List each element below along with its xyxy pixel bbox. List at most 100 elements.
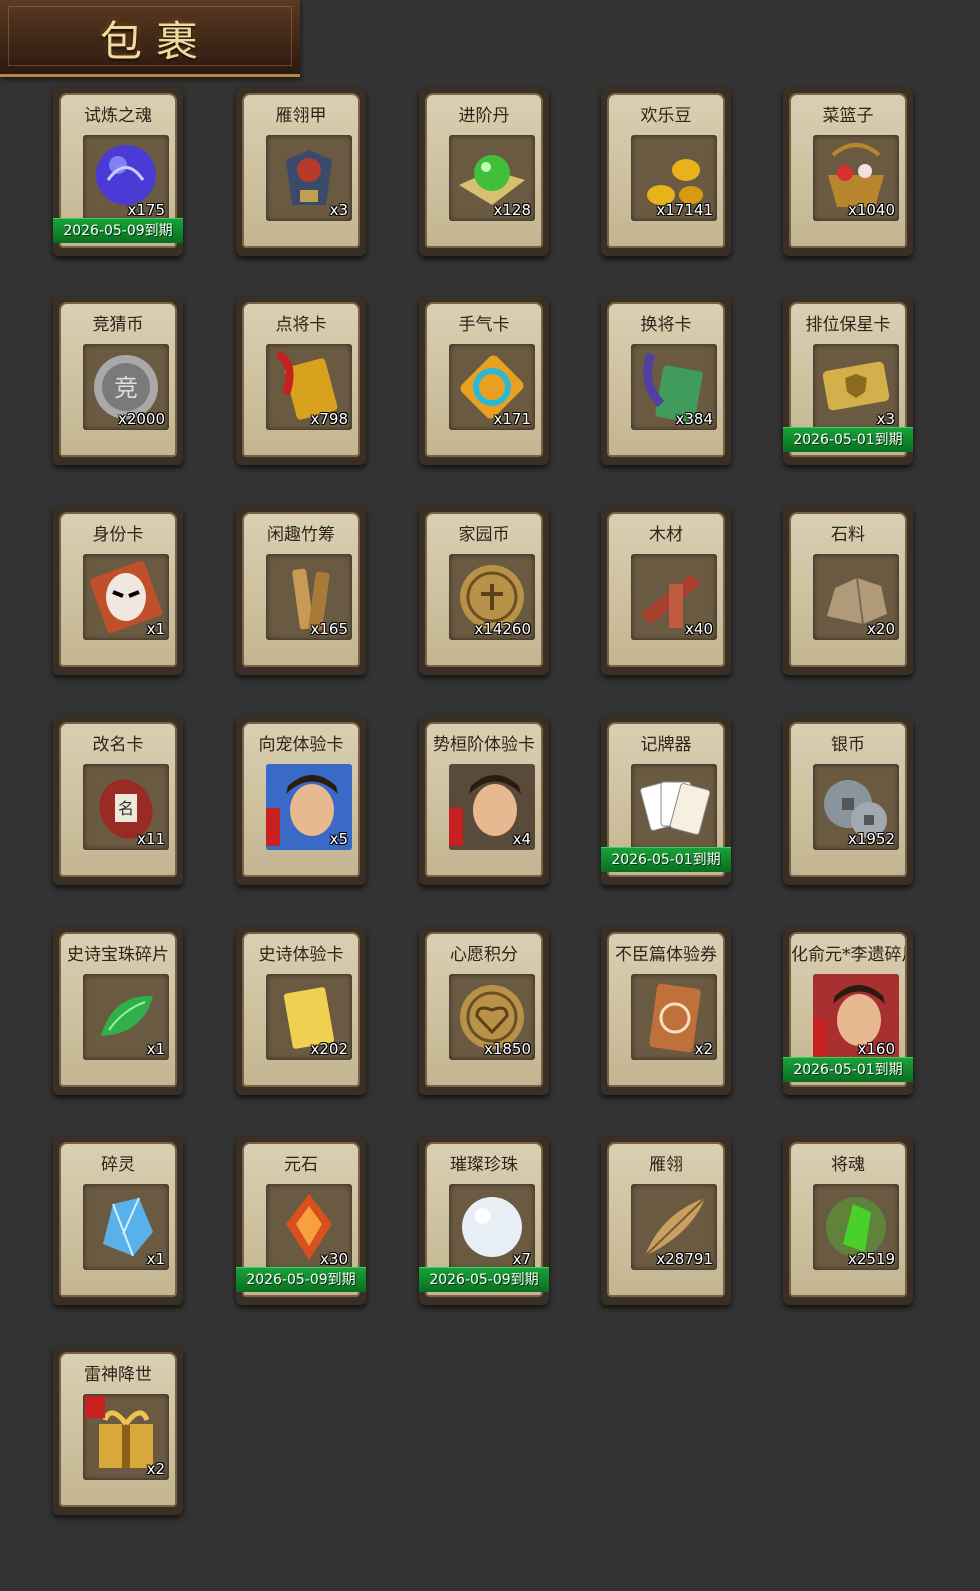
item-card-frame: 雁翎甲 x3 <box>242 93 360 248</box>
item-name: 身份卡 <box>92 525 144 545</box>
item-name: 不臣篇体验券 <box>615 945 717 965</box>
item-name: 势桓阶体验卡 <box>433 735 535 755</box>
item-card-frame: 闲趣竹筹 x165 <box>242 512 360 667</box>
item-card-frame: 换将卡 x384 <box>607 302 725 457</box>
item-name: 史诗体验卡 <box>258 945 344 965</box>
item-card-frame: 木材 x40 <box>607 512 725 667</box>
item-count: x1 <box>146 1040 165 1058</box>
inventory-item[interactable]: 排位保星卡 x3 2026-05-01到期 <box>783 297 913 465</box>
expiry-banner: 2026-05-01到期 <box>783 427 913 452</box>
inventory-item[interactable]: 竞猜币竞 x2000 <box>53 297 183 465</box>
item-card-frame: 竞猜币竞 x2000 <box>59 302 177 457</box>
item-card-frame: 碎灵 x1 <box>59 1142 177 1297</box>
item-count: x11 <box>137 830 165 848</box>
inventory-item[interactable]: 菜篮子 x1040 <box>783 88 913 256</box>
inventory-item[interactable]: 向宠体验卡 x5 <box>236 717 366 885</box>
item-count: x20 <box>867 620 895 638</box>
inventory-item[interactable]: 化俞元*李遗碎片 x1602026-05-01到期 <box>783 927 913 1095</box>
feather-icon: x28791 <box>631 1184 717 1270</box>
item-name: 雁翎 <box>649 1155 683 1175</box>
inventory-item[interactable]: 将魂 x2519 <box>783 1137 913 1305</box>
item-name: 改名卡 <box>92 735 144 755</box>
playing-cards-icon <box>631 764 717 850</box>
inventory-item[interactable]: 家园币 x14260 <box>419 507 549 675</box>
item-name: 闲趣竹筹 <box>267 525 335 545</box>
rename-card-icon: 名 x11 <box>83 764 169 850</box>
inventory-item[interactable]: 史诗体验卡 x202 <box>236 927 366 1095</box>
item-count: x175 <box>127 201 165 219</box>
inventory-item[interactable]: 试炼之魂 x175 2026-05-09到期 <box>53 88 183 256</box>
item-name: 进阶丹 <box>458 106 510 126</box>
item-count: x384 <box>675 410 713 428</box>
item-count: x3 <box>876 410 895 428</box>
inventory-item[interactable]: 雁翎 x28791 <box>601 1137 731 1305</box>
expiry-banner: 2026-05-01到期 <box>783 1057 913 1082</box>
armor-icon: x3 <box>266 135 352 221</box>
expiry-banner: 2026-05-09到期 <box>236 1267 366 1292</box>
item-name: 欢乐豆 <box>640 106 692 126</box>
item-name: 排位保星卡 <box>805 315 891 335</box>
jade-shard-icon: x1 <box>83 974 169 1060</box>
inventory-item[interactable]: 闲趣竹筹 x165 <box>236 507 366 675</box>
expiry-banner: 2026-05-09到期 <box>419 1267 549 1292</box>
inventory-item[interactable]: 手气卡 x171 <box>419 297 549 465</box>
expiry-banner: 2026-05-01到期 <box>601 847 731 872</box>
inventory-item[interactable]: 点将卡 x798 <box>236 297 366 465</box>
item-card-frame: 史诗宝珠碎片 x1 <box>59 932 177 1087</box>
star-shield-card-icon: x3 <box>813 344 899 430</box>
item-card-frame: 雁翎 x28791 <box>607 1142 725 1297</box>
inventory-item[interactable]: 史诗宝珠碎片 x1 <box>53 927 183 1095</box>
item-name: 碎灵 <box>101 1155 135 1175</box>
hero-portrait-icon: x5 <box>266 764 352 850</box>
ticket-icon: x2 <box>631 974 717 1060</box>
item-name: 璀璨珍珠 <box>450 1155 518 1175</box>
green-soul-icon: x2519 <box>813 1184 899 1270</box>
item-card-frame: 菜篮子 x1040 <box>789 93 907 248</box>
gold-card-icon: x202 <box>266 974 352 1060</box>
inventory-item[interactable]: 雷神降世 x2 <box>53 1347 183 1515</box>
item-name: 将魂 <box>831 1155 865 1175</box>
inventory-item[interactable]: 势桓阶体验卡 x4 <box>419 717 549 885</box>
item-card-frame: 点将卡 x798 <box>242 302 360 457</box>
item-card-frame: 家园币 x14260 <box>425 512 543 667</box>
home-coin-icon: x14260 <box>449 554 535 640</box>
inventory-item[interactable]: 身份卡 x1 <box>53 507 183 675</box>
item-name: 元石 <box>284 1155 318 1175</box>
item-count: x17141 <box>656 201 713 219</box>
svg-text:竞: 竞 <box>114 374 138 402</box>
inventory-item[interactable]: 换将卡 x384 <box>601 297 731 465</box>
item-count: x160 <box>857 1040 895 1058</box>
inventory-item[interactable]: 碎灵 x1 <box>53 1137 183 1305</box>
inventory-item[interactable]: 石料 x20 <box>783 507 913 675</box>
inventory-item[interactable]: 雁翎甲 x3 <box>236 88 366 256</box>
item-count: x14260 <box>474 620 531 638</box>
item-card-frame: 向宠体验卡 x5 <box>242 722 360 877</box>
inventory-item[interactable]: 心愿积分 x1850 <box>419 927 549 1095</box>
bag-header: 包裹 <box>0 0 300 77</box>
item-card-frame: 心愿积分 x1850 <box>425 932 543 1087</box>
inventory-item[interactable]: 改名卡名 x11 <box>53 717 183 885</box>
item-count: x1850 <box>483 1040 531 1058</box>
green-pill-icon: x128 <box>449 135 535 221</box>
item-card-frame: 不臣篇体验券 x2 <box>607 932 725 1087</box>
inventory-item[interactable]: 不臣篇体验券 x2 <box>601 927 731 1095</box>
item-card-frame: 改名卡名 x11 <box>59 722 177 877</box>
inventory-item[interactable]: 银币 x1952 <box>783 717 913 885</box>
item-count: x1040 <box>847 201 895 219</box>
swap-card-icon: x384 <box>631 344 717 430</box>
item-count: x798 <box>310 410 348 428</box>
item-name: 化俞元*李遗碎片 <box>791 945 905 965</box>
item-card-frame: 雷神降世 x2 <box>59 1352 177 1507</box>
expiry-banner: 2026-05-09到期 <box>53 218 183 243</box>
item-count: x1 <box>146 620 165 638</box>
gift-box-icon: x2 <box>83 1394 169 1480</box>
inventory-item[interactable]: 木材 x40 <box>601 507 731 675</box>
item-name: 木材 <box>649 525 683 545</box>
inventory-item[interactable]: 记牌器 2026-05-01到期 <box>601 717 731 885</box>
inventory-item[interactable]: 欢乐豆 x17141 <box>601 88 731 256</box>
inventory-item[interactable]: 元石 x30 2026-05-09到期 <box>236 1137 366 1305</box>
item-name: 石料 <box>831 525 865 545</box>
inventory-item[interactable]: 璀璨珍珠 x7 2026-05-09到期 <box>419 1137 549 1305</box>
silver-coin-icon: 竞 x2000 <box>83 344 169 430</box>
inventory-item[interactable]: 进阶丹 x128 <box>419 88 549 256</box>
